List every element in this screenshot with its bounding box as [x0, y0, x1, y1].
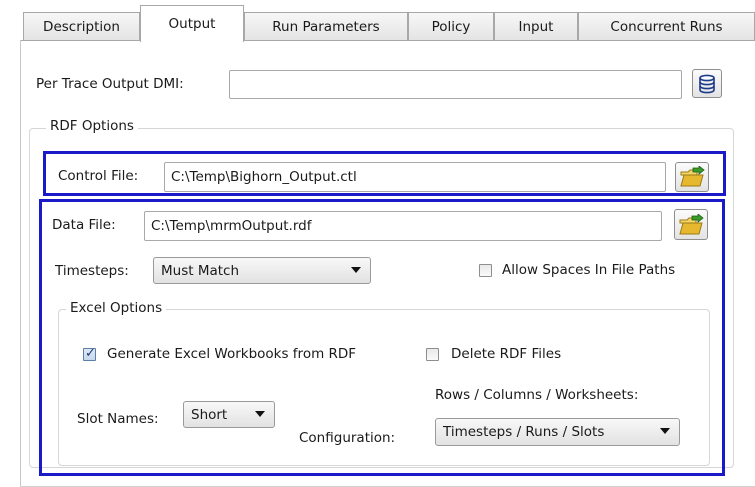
- chevron-down-icon: [255, 411, 265, 417]
- configuration-select[interactable]: Timesteps / Runs / Slots: [435, 418, 680, 446]
- tab-run-parameters[interactable]: Run Parameters: [244, 12, 408, 40]
- slot-names-select[interactable]: Short: [183, 401, 275, 428]
- tab-strip-divider: [20, 40, 755, 41]
- timesteps-select[interactable]: Must Match: [153, 257, 371, 284]
- configuration-label: Configuration:: [299, 430, 396, 446]
- control-file-browse-button[interactable]: [675, 162, 709, 192]
- tab-concurrent-runs[interactable]: Concurrent Runs: [578, 12, 755, 40]
- data-file-input[interactable]: C:\Temp\mrmOutput.rdf: [144, 211, 662, 241]
- panel-left-border: [20, 40, 21, 487]
- excel-options-title: Excel Options: [66, 300, 167, 316]
- per-trace-output-label: Per Trace Output DMI:: [36, 76, 184, 92]
- delete-rdf-checkbox[interactable]: [426, 348, 439, 361]
- configuration-selected-value: Timesteps / Runs / Slots: [443, 424, 605, 440]
- tab-policy[interactable]: Policy: [408, 12, 494, 40]
- tab-input[interactable]: Input: [494, 12, 578, 40]
- timesteps-selected-value: Must Match: [161, 262, 240, 279]
- checkmark-icon: ✓: [85, 346, 96, 361]
- allow-spaces-label: Allow Spaces In File Paths: [502, 262, 676, 278]
- data-file-label: Data File:: [52, 217, 116, 233]
- generate-workbooks-label: Generate Excel Workbooks from RDF: [107, 346, 357, 362]
- per-trace-output-input[interactable]: [229, 70, 682, 99]
- open-folder-icon: [678, 212, 704, 236]
- database-icon: [698, 74, 716, 94]
- control-file-label: Control File:: [58, 168, 139, 184]
- generate-workbooks-checkbox[interactable]: ✓: [83, 346, 96, 361]
- timesteps-label: Timesteps:: [55, 263, 129, 279]
- rows-columns-worksheets-label: Rows / Columns / Worksheets:: [435, 387, 639, 403]
- control-file-input[interactable]: C:\Temp\Bighorn_Output.ctl: [164, 162, 666, 192]
- slot-names-selected-value: Short: [191, 406, 228, 423]
- slot-names-label: Slot Names:: [77, 411, 159, 427]
- chevron-down-icon: [660, 428, 670, 434]
- rdf-options-title: RDF Options: [46, 118, 138, 134]
- data-file-browse-button[interactable]: [674, 209, 708, 240]
- tab-output[interactable]: Output: [140, 5, 244, 42]
- chevron-down-icon: [351, 267, 361, 273]
- allow-spaces-checkbox[interactable]: [479, 264, 492, 277]
- tab-description[interactable]: Description: [23, 12, 140, 40]
- delete-rdf-label: Delete RDF Files: [451, 346, 562, 362]
- open-folder-icon: [679, 165, 705, 188]
- dmi-select-button[interactable]: [692, 69, 722, 98]
